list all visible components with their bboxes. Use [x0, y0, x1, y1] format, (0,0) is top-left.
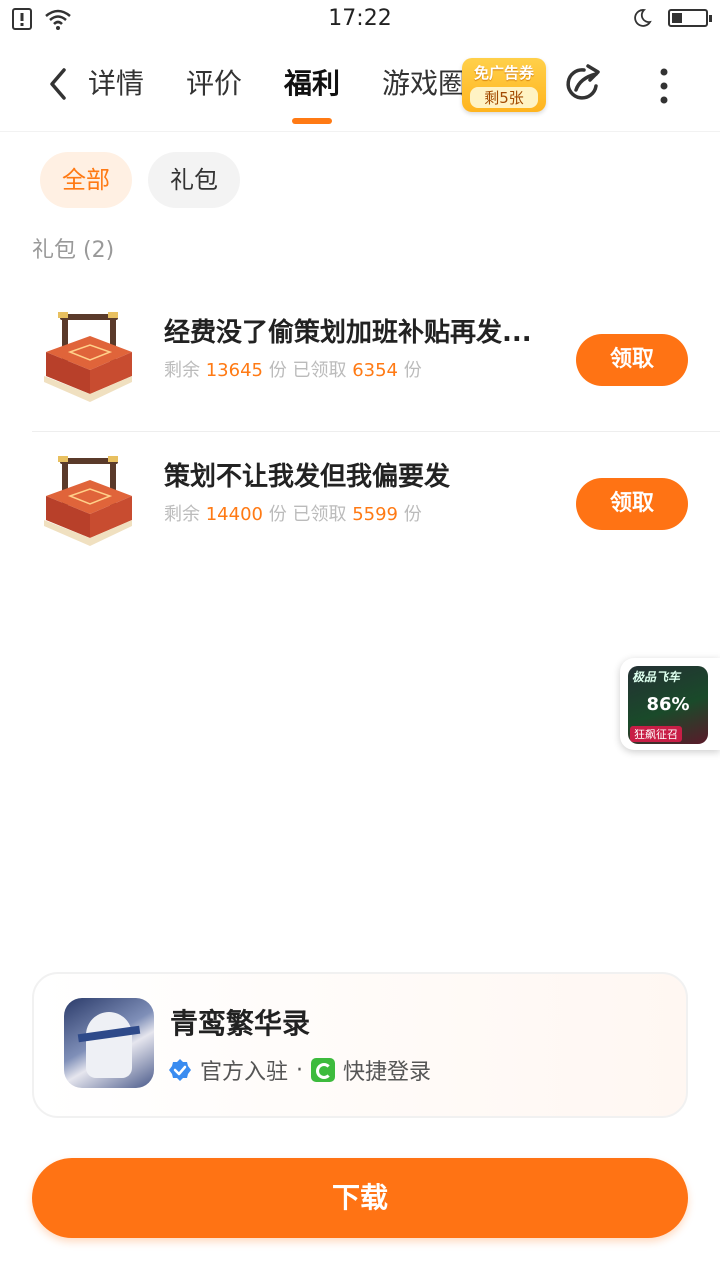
- status-bar: 17:22: [0, 0, 720, 40]
- claim-button[interactable]: 领取: [576, 478, 688, 530]
- tab-details[interactable]: 详情: [88, 64, 144, 124]
- gift-stats: 剩余 13645 份 已领取 6354 份: [164, 356, 422, 382]
- top-nav: 详情 评价 福利 游戏圈 免广告券 剩5张: [0, 40, 720, 132]
- app-icon-figure: [86, 1012, 132, 1078]
- status-right-icons: [632, 8, 712, 28]
- quick-login-icon: [311, 1058, 336, 1082]
- chevron-left-icon[interactable]: [40, 62, 76, 106]
- app-icon: [64, 998, 154, 1088]
- share-icon[interactable]: [562, 62, 606, 106]
- tag-verified: 官方入驻: [200, 1060, 289, 1085]
- float-progress: 86%: [646, 694, 690, 715]
- verified-icon: [169, 1059, 191, 1081]
- claim-button[interactable]: 领取: [576, 334, 688, 386]
- battery-level: [672, 13, 682, 23]
- ad-free-coupon-badge[interactable]: 免广告券 剩5张: [462, 58, 546, 112]
- gift-title: 经费没了偷策划加班补贴再发...: [164, 318, 532, 348]
- floating-download-widget[interactable]: 极品飞车 86% 狂飙征召: [620, 658, 720, 750]
- float-game-thumbnail: 极品飞车 86% 狂飙征召: [628, 666, 708, 744]
- app-info-card[interactable]: 青鸾繁华录 官方入驻 · 快捷登录: [32, 972, 688, 1118]
- claimed-count: 5599: [352, 504, 399, 525]
- chip-gift-pack[interactable]: 礼包: [148, 152, 240, 208]
- unit-label: 份: [403, 360, 422, 381]
- chip-all[interactable]: 全部: [40, 152, 132, 208]
- unit-label: 份: [268, 360, 287, 381]
- gift-title: 策划不让我发但我偏要发: [164, 462, 451, 492]
- tab-welfare[interactable]: 福利: [284, 64, 340, 124]
- remaining-count: 13645: [205, 360, 263, 381]
- gift-box-icon: [44, 312, 132, 402]
- tab-reviews[interactable]: 评价: [186, 64, 242, 124]
- moon-icon: [634, 9, 652, 27]
- tab-bar: 详情 评价 福利 游戏圈: [88, 64, 508, 124]
- float-game-subtitle: 狂飙征召: [630, 726, 682, 742]
- more-vertical-icon[interactable]: [652, 66, 676, 106]
- download-button[interactable]: 下载: [32, 1158, 688, 1238]
- gift-item: 经费没了偷策划加班补贴再发... 剩余 13645 份 已领取 6354 份 领…: [32, 288, 720, 432]
- claimed-label: 已领取: [292, 504, 347, 525]
- status-time: 17:22: [328, 6, 392, 31]
- gift-box-icon: [44, 456, 132, 546]
- claimed-count: 6354: [352, 360, 399, 381]
- ad-badge-title: 免广告券: [473, 64, 534, 82]
- section-title: 礼包 (2): [32, 238, 115, 263]
- tag-separator: ·: [296, 1057, 304, 1083]
- unit-label: 份: [403, 504, 422, 525]
- gift-stats: 剩余 14400 份 已领取 5599 份: [164, 500, 422, 526]
- app-tags: 官方入驻 · 快捷登录: [168, 1054, 431, 1086]
- app-name: 青鸾繁华录: [170, 1007, 311, 1040]
- tab-game-circle[interactable]: 游戏圈: [382, 64, 466, 124]
- battery-icon: [668, 9, 712, 27]
- unit-label: 份: [268, 504, 287, 525]
- tag-quick-login: 快捷登录: [343, 1060, 432, 1085]
- ad-badge-count: 剩5张: [470, 87, 538, 108]
- filter-chips: 全部 礼包: [40, 152, 240, 208]
- remaining-count: 14400: [205, 504, 263, 525]
- float-game-title: 极品飞车: [632, 670, 681, 684]
- claimed-label: 已领取: [292, 360, 347, 381]
- remaining-label: 剩余: [164, 504, 200, 525]
- gift-item: 策划不让我发但我偏要发 剩余 14400 份 已领取 5599 份 领取: [32, 432, 720, 576]
- remaining-label: 剩余: [164, 360, 200, 381]
